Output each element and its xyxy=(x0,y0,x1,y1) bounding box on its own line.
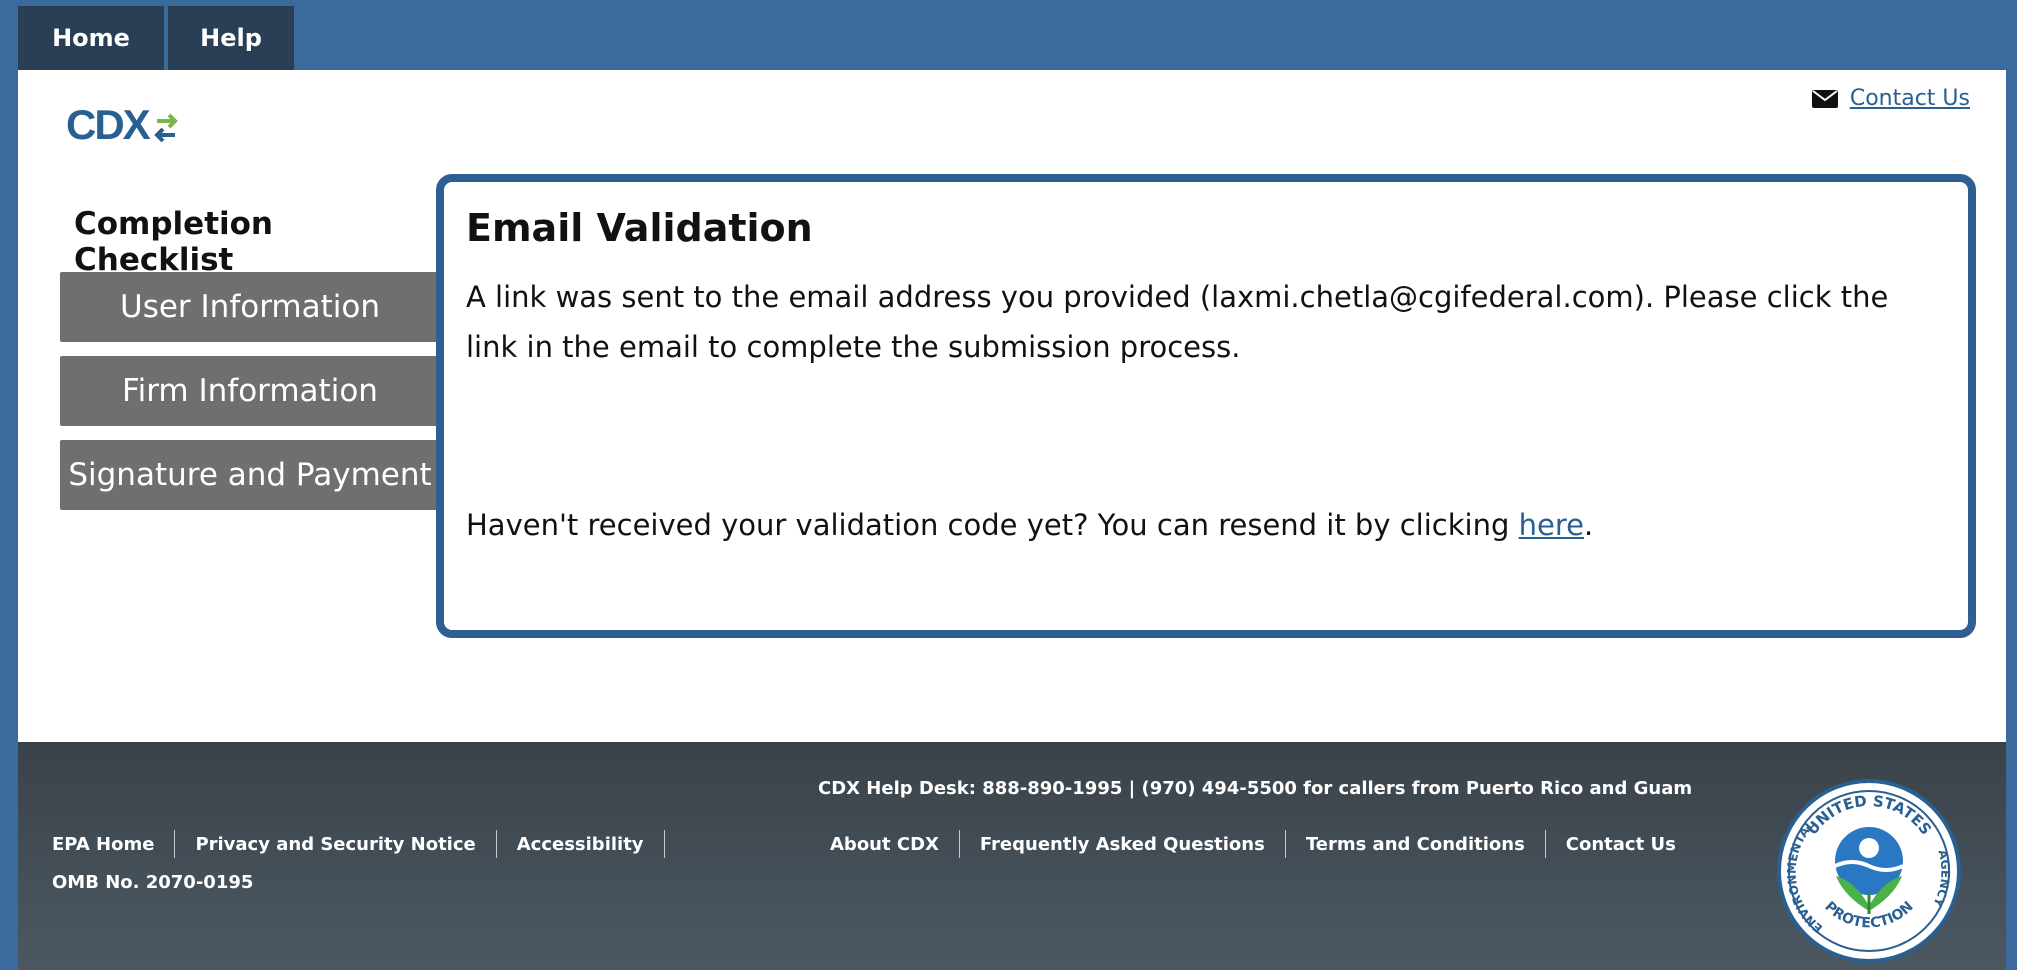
footer-left-links: EPA Home Privacy and Security Notice Acc… xyxy=(52,830,685,858)
footer-link-contact-us[interactable]: Contact Us xyxy=(1566,834,1676,855)
footer-center-links: About CDX Frequently Asked Questions Ter… xyxy=(830,830,1676,858)
resend-link[interactable]: here xyxy=(1519,508,1584,542)
omb-number: OMB No. 2070-0195 xyxy=(52,872,254,893)
contact-us-link[interactable]: Contact Us xyxy=(1850,86,1970,111)
email-validation-panel: Email Validation A link was sent to the … xyxy=(436,174,1976,638)
footer-divider xyxy=(174,830,176,858)
footer-link-accessibility[interactable]: Accessibility xyxy=(517,834,644,855)
helpdesk-text: CDX Help Desk: 888-890-1995 | (970) 494-… xyxy=(818,778,1693,799)
footer-link-privacy[interactable]: Privacy and Security Notice xyxy=(195,834,475,855)
footer-divider xyxy=(495,830,497,858)
top-nav: Home Help xyxy=(18,6,2006,70)
main-content: CDX Contact Us Completion Checklist User… xyxy=(18,70,2006,742)
footer-divider xyxy=(1284,830,1286,858)
footer-link-faq[interactable]: Frequently Asked Questions xyxy=(980,834,1265,855)
resend-line: Haven't received your validation code ye… xyxy=(466,508,1593,542)
cdx-logo[interactable]: CDX xyxy=(66,100,181,150)
validation-message: A link was sent to the email address you… xyxy=(466,280,1889,364)
sidebar-item-firm-information[interactable]: Firm Information xyxy=(60,356,440,426)
resend-suffix: . xyxy=(1583,508,1594,542)
footer-link-terms[interactable]: Terms and Conditions xyxy=(1306,834,1525,855)
resend-text: Haven't received your validation code ye… xyxy=(466,508,1519,542)
contact-us-header[interactable]: Contact Us xyxy=(1811,86,1970,111)
logo-text: CDX xyxy=(66,101,151,148)
sidebar-item-user-information[interactable]: User Information xyxy=(60,272,440,342)
footer-divider xyxy=(663,830,665,858)
footer-link-about-cdx[interactable]: About CDX xyxy=(830,834,939,855)
tab-home[interactable]: Home xyxy=(18,6,166,70)
checklist-title: Completion Checklist xyxy=(74,206,274,278)
epa-seal-icon[interactable]: UNITED STATES ENVIRONMENTAL AGENCY PROTE… xyxy=(1774,776,1964,966)
footer-divider xyxy=(958,830,960,858)
tab-help[interactable]: Help xyxy=(168,6,294,70)
panel-title: Email Validation xyxy=(466,206,813,250)
footer: CDX Help Desk: 888-890-1995 | (970) 494-… xyxy=(18,742,2006,970)
sidebar-item-signature-and-payment[interactable]: Signature and Payment xyxy=(60,440,440,510)
exchange-arrows-icon xyxy=(153,113,178,143)
envelope-icon xyxy=(1811,89,1838,108)
footer-link-epa-home[interactable]: EPA Home xyxy=(52,834,154,855)
footer-divider xyxy=(1544,830,1546,858)
